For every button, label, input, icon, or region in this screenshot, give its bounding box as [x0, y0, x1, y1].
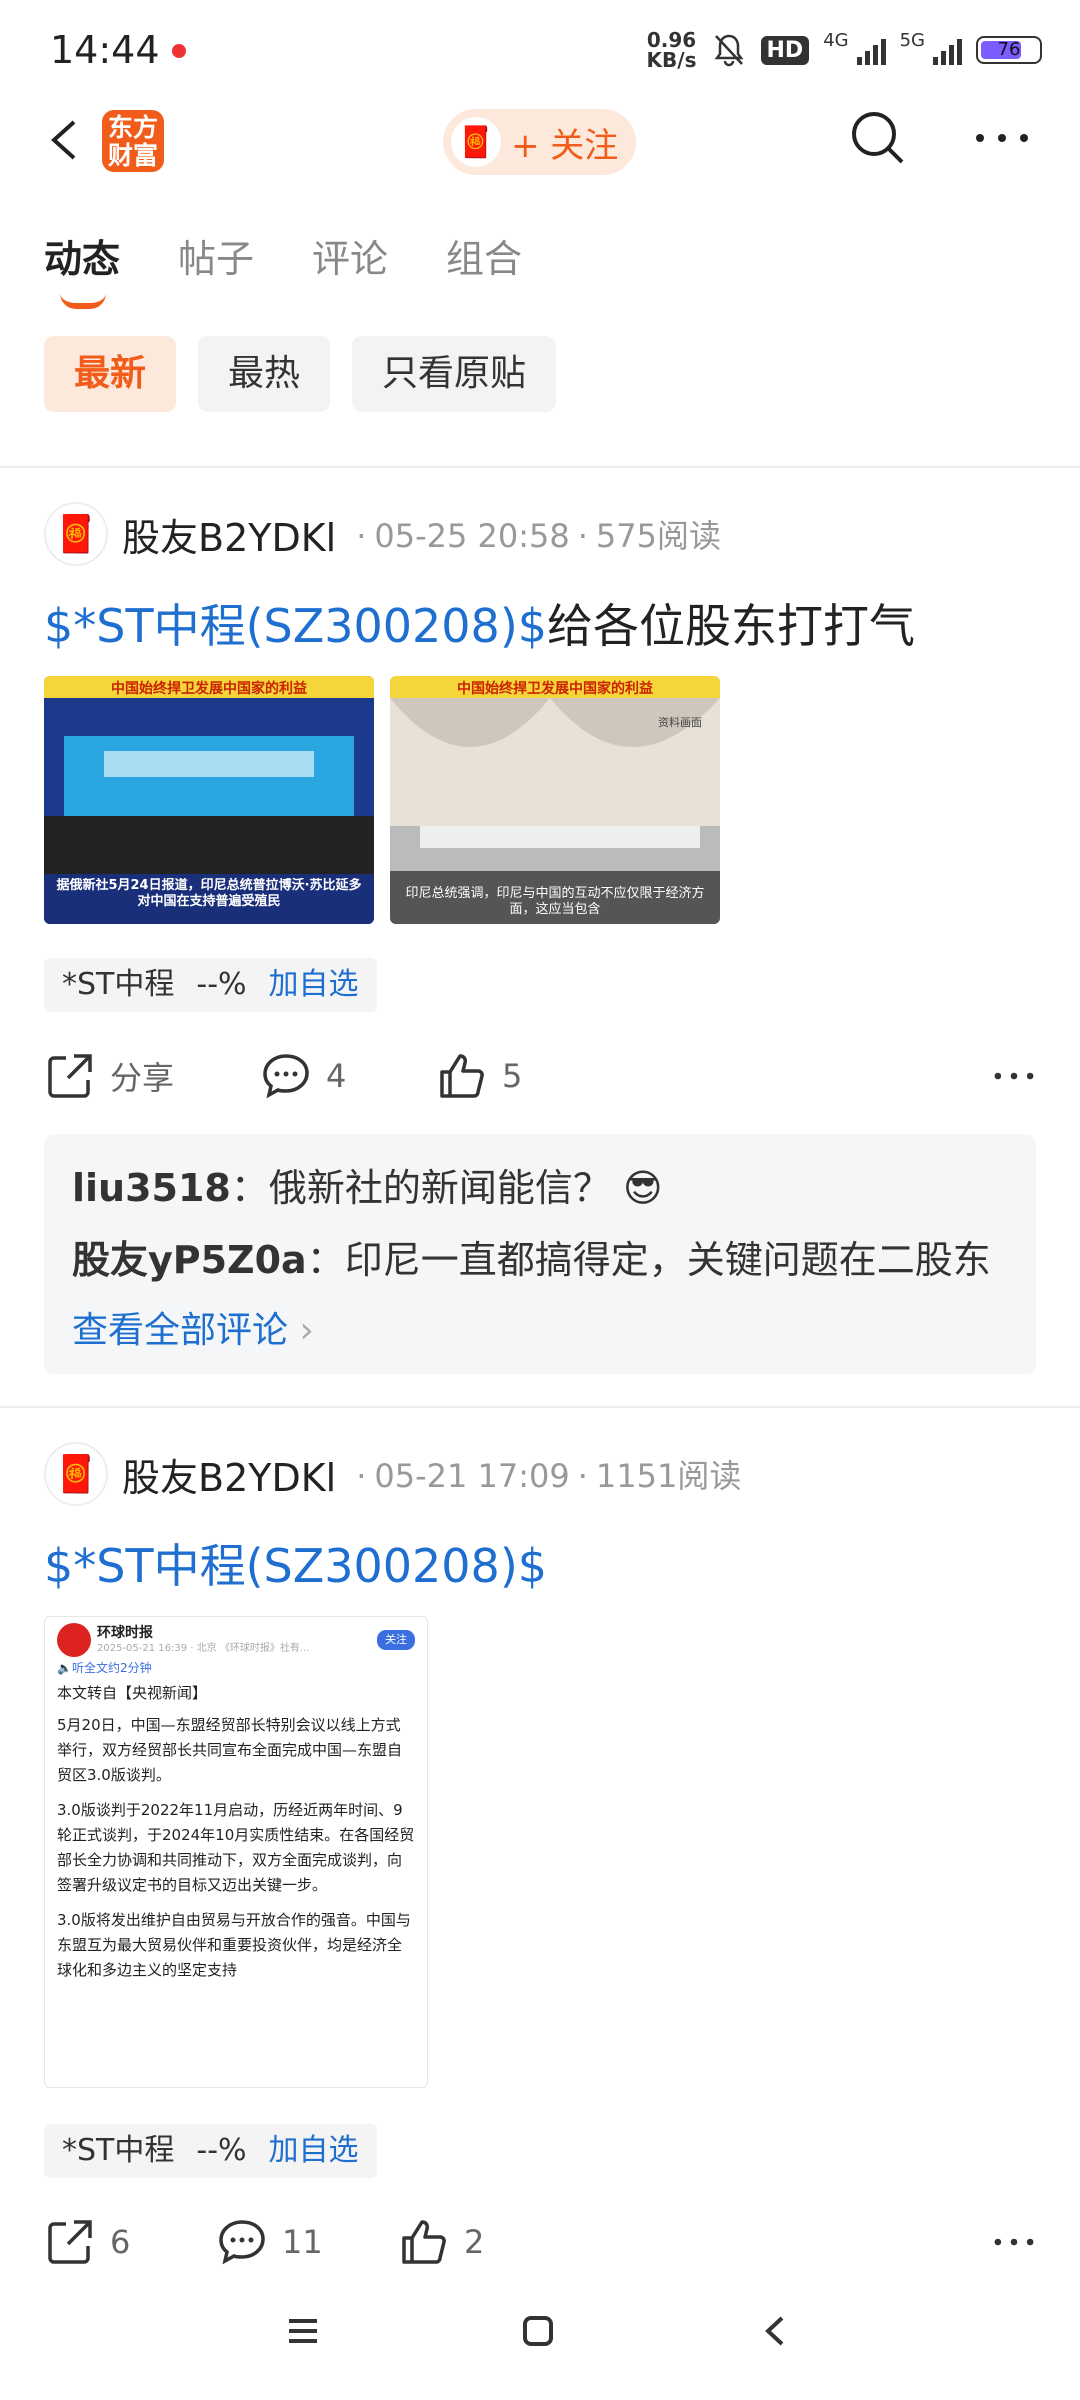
search-icon[interactable] [848, 108, 908, 168]
network-speed: 0.96 KB/s [646, 28, 697, 72]
article-follow-badge: 关注 [377, 1630, 415, 1650]
stock-chip[interactable]: *ST中程 --% 加自选 [44, 958, 377, 1012]
filter-latest[interactable]: 最新 [44, 336, 177, 412]
article-paragraph: 3.0版将发出维护自由贸易与开放合作的强音。中国与东盟互为最大贸易伙伴和重要投资… [57, 1911, 411, 1979]
listen-link: 🔈听全文约2分钟 [57, 1661, 152, 1675]
battery-icon: 76 [976, 36, 1042, 64]
mute-bell-icon [714, 34, 743, 67]
image-2-badge: 资料画面 [658, 715, 702, 729]
add-watchlist-button[interactable]: 加自选 [269, 2124, 359, 2178]
image-2-title: 中国始终捍卫发展中国家的利益 [457, 680, 653, 697]
image-2-caption: 印尼总统强调，印尼与中国的互动不应仅限于经济方面，这应当包含 [405, 886, 705, 917]
filter-original-only[interactable]: 只看原贴 [352, 336, 557, 412]
post-author-row[interactable]: 🧧 股友B2YDKl · 05-25 20:58 · 575阅读 [44, 502, 721, 566]
status-icons: 0.96 KB/s HD 4G 5G 76 [647, 30, 1042, 70]
more-icon[interactable] [992, 1068, 1036, 1084]
share-icon [48, 2220, 92, 2264]
image-1-title: 中国始终捍卫发展中国家的利益 [111, 680, 307, 697]
image-1-caption: 据俄新社5月24日报道，印尼总统普拉博沃·苏比延多对中国在支持普遍受殖民 [56, 878, 362, 909]
back-icon[interactable] [44, 118, 88, 162]
post-actions: 6 11 2 [44, 2202, 1036, 2282]
comment-item[interactable]: 股友yP5Z0a：印尼一直都搞得定，关键问题在二股东 [72, 1224, 1008, 1296]
follow-button[interactable]: 🧧 + 关注 [443, 109, 636, 175]
post-meta: · 05-21 17:09 · 1151阅读 [356, 1457, 742, 1495]
signal-icon [856, 35, 886, 65]
post-image-1[interactable]: 中国始终捍卫发展中国家的利益 据俄新社5月24日报道，印尼总统普拉博沃·苏比延多… [44, 676, 374, 924]
stock-tag-link[interactable]: $*ST中程(SZ300208)$ [44, 599, 547, 653]
filter-hottest[interactable]: 最热 [198, 336, 331, 412]
share-button[interactable]: 6 [44, 2216, 216, 2268]
network-5g: 5G [899, 30, 925, 51]
comment-preview[interactable]: liu3518：俄新社的新闻能信？ 😎 股友yP5Z0a：印尼一直都搞得定，关键… [44, 1134, 1036, 1374]
avatar[interactable]: 🧧 [44, 502, 108, 566]
post-actions: 分享 4 5 [44, 1036, 1036, 1116]
article-paragraph: 3.0版谈判于2022年11月启动，历经近两年时间、9轮正式谈判，于2024年1… [57, 1801, 415, 1894]
avatar[interactable]: 🧧 [44, 1442, 108, 1506]
comment-button[interactable]: 11 [216, 2216, 398, 2268]
post-author-row[interactable]: 🧧 股友B2YDKl · 05-21 17:09 · 1151阅读 [44, 1442, 741, 1506]
speaker-icon: 🔈 [57, 1661, 72, 1675]
divider [0, 1406, 1080, 1408]
like-button[interactable]: 5 [436, 1050, 522, 1102]
network-4g: 4G [823, 30, 849, 51]
menu-icon[interactable] [286, 2314, 320, 2348]
source-logo-icon [57, 1623, 91, 1657]
status-bar: 14:44 0.96 KB/s HD 4G 5G 76 [0, 0, 1080, 100]
comment-item[interactable]: liu3518：俄新社的新闻能信？ 😎 [72, 1152, 1008, 1224]
more-icon[interactable] [972, 128, 1032, 148]
article-screenshot[interactable]: 环球时报 2025-05-21 16:39 · 北京 《环球时报》社有... 关… [44, 1616, 428, 2088]
like-button[interactable]: 2 [398, 2216, 484, 2268]
thumbs-up-icon [440, 1054, 484, 1098]
hd-badge: HD [760, 35, 810, 65]
thumbs-up-icon [402, 2220, 446, 2264]
article-source: 环球时报 [97, 1625, 153, 1641]
view-all-comments-link[interactable]: 查看全部评论 › [72, 1296, 1008, 1366]
tab-posts[interactable]: 帖子 [178, 228, 254, 283]
tab-dynamic[interactable]: 动态 [44, 228, 120, 309]
system-nav-bar [0, 2280, 1080, 2400]
more-icon[interactable] [992, 2234, 1036, 2250]
comment-icon [263, 1054, 309, 1099]
stock-tag-link[interactable]: $*ST中程(SZ300208)$ [44, 1539, 547, 1593]
article-paragraph: 5月20日，中国—东盟经贸部长特别会议以线上方式举行，双方经贸部长共同宣布全面完… [57, 1716, 403, 1784]
comment-button[interactable]: 4 [260, 1050, 436, 1102]
stock-name: *ST中程 [62, 2133, 175, 2168]
divider [0, 466, 1080, 468]
filter-bar: 最新 最热 只看原贴 [44, 336, 557, 412]
post-title[interactable]: $*ST中程(SZ300208)$给各位股东打打气 [44, 590, 915, 656]
article-intro: 本文转自【央视新闻】 [57, 1684, 208, 1702]
app-logo: 东方 财富 [102, 110, 164, 172]
add-watchlist-button[interactable]: 加自选 [269, 958, 359, 1012]
author-name[interactable]: 股友B2YDKl [122, 1447, 336, 1502]
share-icon [48, 1054, 92, 1098]
article-meta: 2025-05-21 16:39 · 北京 《环球时报》社有... [97, 1643, 310, 1654]
signal-icon [933, 35, 962, 65]
stock-chip[interactable]: *ST中程 --% 加自选 [44, 2124, 377, 2178]
chevron-right-icon: › [299, 1310, 314, 1351]
comment-icon [219, 2220, 265, 2265]
avatar-icon: 🧧 [451, 117, 501, 167]
stock-change: --% [196, 2133, 247, 2168]
cool-emoji-icon: 😎 [623, 1166, 663, 1210]
post-image-2[interactable]: 中国始终捍卫发展中国家的利益 资料画面 印尼总统强调，印尼与中国的互动不应仅限于… [390, 676, 720, 924]
stock-name: *ST中程 [62, 967, 175, 1002]
home-icon[interactable] [521, 2314, 555, 2348]
tab-comments[interactable]: 评论 [312, 228, 388, 283]
tab-bar: 动态 帖子 评论 组合 [44, 228, 522, 309]
back-nav-icon[interactable] [758, 2314, 792, 2348]
stock-change: --% [196, 967, 247, 1002]
post-meta: · 05-25 20:58 · 575阅读 [356, 517, 722, 555]
status-time: 14:44 [50, 28, 160, 72]
notification-dot-icon [172, 44, 186, 58]
author-name[interactable]: 股友B2YDKl [122, 507, 336, 562]
share-button[interactable]: 分享 [44, 1050, 260, 1102]
tab-portfolio[interactable]: 组合 [446, 228, 522, 283]
post-title[interactable]: $*ST中程(SZ300208)$ [44, 1530, 547, 1596]
